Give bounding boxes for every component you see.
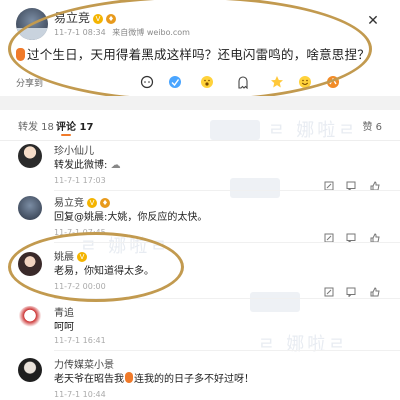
watermark-text: ㄹ 娜啦ㄹ	[258, 334, 348, 355]
comment-author: 易立竞 V ♦	[54, 198, 110, 209]
vip-badge-icon: V	[87, 198, 97, 208]
vip-badge-icon: V	[93, 13, 104, 24]
post-body: 过个生日，天用得着黑成这样吗？还电闪雷鸣的，啥意思捏？	[16, 44, 370, 63]
reply-icon[interactable]	[324, 228, 334, 243]
post-meta: 11-7-1 08:34 来自微博 weibo.com	[54, 27, 190, 38]
share-label: 分享到	[16, 79, 44, 89]
member-badge-icon: ♦	[100, 198, 110, 208]
comment-text: 转发此微博: ☁	[54, 160, 121, 171]
comment-tools	[324, 176, 384, 192]
comment-icon[interactable]	[346, 176, 356, 192]
comment-author: 姚晨 V	[54, 248, 87, 263]
like-icon[interactable]	[370, 228, 380, 243]
comment-tabs: 转发 18 评论 17 赞 6	[0, 110, 400, 141]
vip-badge-icon: V	[77, 252, 87, 262]
share-bar: 分享到	[0, 72, 400, 92]
like-icon[interactable]	[168, 75, 182, 89]
comment-time: 11-7-2 00:00	[54, 282, 106, 291]
comment-text: 老易，你知道得太多。	[54, 266, 154, 277]
like-icon[interactable]	[370, 282, 380, 297]
comment-time: 11-7-1 10:44	[54, 390, 106, 399]
comment-tools	[324, 282, 384, 298]
watermark-logo	[250, 292, 300, 312]
cloud-icon: ☁	[110, 160, 121, 171]
post-source[interactable]: 来自微博 weibo.com	[112, 28, 190, 37]
comment-text: 回复@姚晨:大姚，你反应的太快。	[54, 212, 208, 223]
avatar[interactable]	[18, 196, 42, 220]
post-author-name[interactable]: 易立竞	[54, 11, 90, 25]
watermark-logo	[230, 178, 280, 198]
tab-repost[interactable]: 转发 18	[18, 118, 54, 133]
divider	[54, 242, 400, 243]
comment-tools	[324, 228, 384, 244]
avatar[interactable]	[18, 144, 42, 168]
like-icon[interactable]	[370, 176, 380, 191]
star-icon[interactable]	[270, 75, 284, 89]
divider	[54, 298, 400, 299]
reply-icon[interactable]	[324, 282, 334, 297]
comment-time: 11-7-1 16:41	[54, 336, 106, 345]
comment-author[interactable]: 力传媒菜小景	[54, 356, 114, 371]
tab-active-indicator	[61, 134, 71, 136]
comment-author[interactable]: 青追	[54, 304, 74, 319]
smile-icon[interactable]	[298, 75, 312, 89]
close-icon[interactable]: ✕	[366, 14, 380, 28]
share-icon[interactable]	[326, 75, 340, 89]
section-gap	[0, 96, 400, 110]
avatar[interactable]	[18, 252, 42, 276]
tab-like[interactable]: 赞 6	[362, 118, 382, 133]
reply-icon[interactable]	[324, 176, 334, 191]
divider	[54, 190, 400, 191]
comment-text: 老天爷在昭告我 连我的的日子多不好过呀！	[54, 372, 254, 385]
emoji-icon	[125, 372, 133, 383]
comment-time: 11-7-1 17:03	[54, 176, 106, 185]
tab-comment[interactable]: 评论 17	[56, 118, 93, 133]
author-avatar[interactable]	[16, 8, 48, 40]
post-author[interactable]: 易立竞 V ♦	[54, 9, 117, 26]
post-time: 11-7-1 08:34	[54, 28, 106, 37]
weibo-post: 易立竞 V ♦ 11-7-1 08:34 来自微博 weibo.com ✕ 过个生日…	[0, 0, 400, 102]
emoji-icon	[16, 48, 25, 61]
wow-icon[interactable]	[200, 75, 214, 89]
avatar[interactable]	[18, 306, 42, 330]
ghost-icon[interactable]	[236, 75, 250, 89]
comment-icon[interactable]	[140, 75, 154, 89]
avatar[interactable]	[18, 358, 42, 382]
comment-author[interactable]: 珍小仙儿	[54, 142, 94, 157]
member-badge-icon: ♦	[106, 13, 117, 24]
divider	[54, 350, 400, 351]
post-text: 过个生日，天用得着黑成这样吗？还电闪雷鸣的，啥意思捏？	[27, 47, 370, 62]
comment-icon[interactable]	[346, 228, 356, 244]
comment-icon[interactable]	[346, 282, 356, 298]
comment-text: 呵呵	[54, 322, 74, 333]
comment-time: 11-7-1 07:45	[54, 228, 106, 237]
